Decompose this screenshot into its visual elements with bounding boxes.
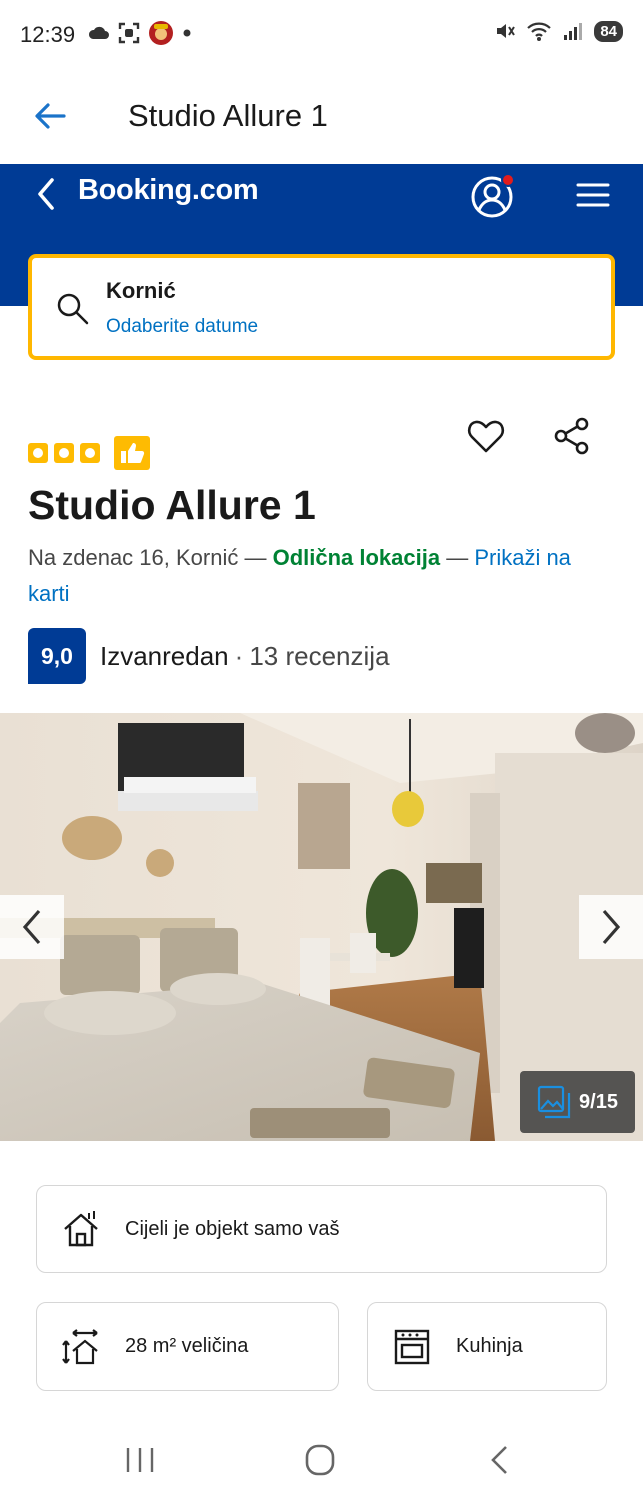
location-label: Odlična lokacija [272, 545, 441, 570]
thumbs-up-icon [114, 436, 150, 470]
page-title: Studio Allure 1 [128, 98, 328, 133]
score-separator: · [234, 640, 244, 671]
review-score-badge: 9,0 [28, 628, 86, 684]
address-separator: — [440, 545, 475, 570]
facility-card-entire-place: Cijeli je objekt samo vaš [36, 1185, 607, 1273]
review-score-word: Izvanredan [100, 640, 229, 671]
mute-icon [497, 24, 516, 38]
rating-dot-icon [28, 443, 48, 463]
account-icon[interactable] [470, 172, 516, 218]
search-box[interactable]: Kornić Odaberite datume [28, 254, 615, 360]
gallery-icon [537, 1085, 571, 1119]
status-right: 84 [494, 20, 623, 42]
chevron-left-icon [22, 909, 41, 945]
dot-icon [183, 29, 191, 37]
photo-counter-text: 9/15 [579, 1090, 618, 1113]
app-avatar-icon [149, 21, 173, 45]
wifi-icon [527, 22, 552, 41]
property-name: Studio Allure 1 [28, 482, 316, 528]
address-separator: — [238, 545, 273, 570]
battery-indicator: 84 [594, 20, 623, 42]
search-icon [57, 293, 89, 325]
recent-apps-icon[interactable] [120, 1442, 160, 1478]
menu-icon[interactable] [576, 182, 610, 208]
review-score-row[interactable]: 9,0 Izvanredan · 13 recenzija [28, 628, 390, 684]
back-arrow-icon[interactable] [30, 96, 70, 136]
review-count[interactable]: 13 recenzija [249, 641, 389, 672]
notification-icons [88, 20, 192, 46]
facility-label: 28 m² veličina [125, 1335, 249, 1357]
facility-label: Cijeli je objekt samo vaš [125, 1217, 340, 1240]
size-icon [62, 1328, 98, 1364]
property-address: Na zdenac 16, Kornić — Odlična lokacija … [28, 540, 608, 612]
heart-icon[interactable] [466, 416, 506, 456]
chevron-right-icon [602, 909, 621, 945]
back-icon[interactable] [480, 1442, 520, 1478]
status-time: 12:39 [20, 22, 76, 47]
screenshot-icon [118, 22, 140, 44]
photo-counter[interactable]: 9/15 [520, 1071, 635, 1133]
house-icon [64, 1211, 98, 1247]
booking-logo[interactable]: Booking.com [78, 174, 259, 207]
app-bar: Studio Allure 1 [0, 72, 643, 164]
status-bar: 12:39 84 [0, 0, 643, 72]
star-rating [28, 436, 150, 470]
cloud-icon [88, 26, 109, 39]
search-dates[interactable]: Odaberite datume [106, 316, 258, 338]
oven-icon [394, 1329, 430, 1364]
chevron-left-icon[interactable] [32, 174, 60, 214]
search-destination[interactable]: Kornić [106, 278, 176, 304]
facility-card-kitchen: Kuhinja [367, 1302, 607, 1391]
system-nav-bar [0, 1420, 643, 1500]
address-text: Na zdenac 16, Kornić [28, 545, 239, 570]
property-photo[interactable]: 9/15 [0, 713, 643, 1141]
facility-card-size: 28 m² veličina [36, 1302, 339, 1391]
rating-dot-icon [54, 443, 74, 463]
share-icon[interactable] [552, 416, 592, 456]
photo-next-button[interactable] [579, 895, 643, 959]
home-icon[interactable] [300, 1442, 340, 1478]
facility-label: Kuhinja [456, 1335, 523, 1357]
rating-dot-icon [80, 443, 100, 463]
photo-prev-button[interactable] [0, 895, 64, 959]
signal-icon [564, 23, 583, 40]
